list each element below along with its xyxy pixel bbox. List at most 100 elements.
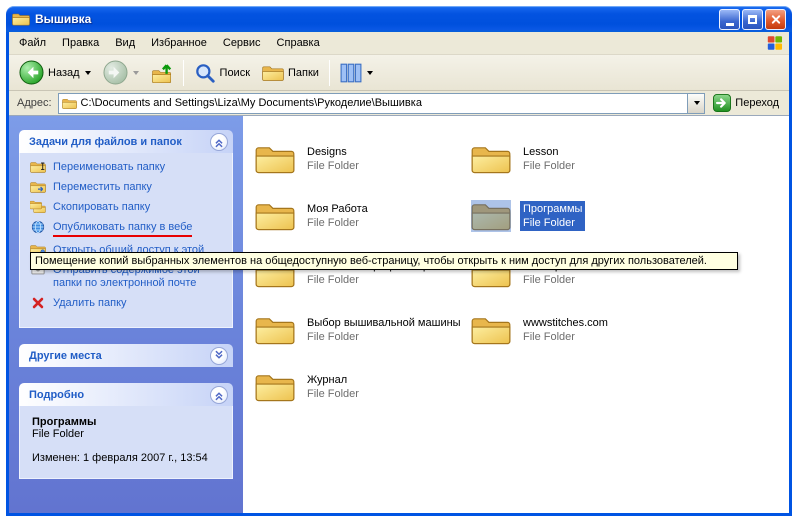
folder-icon: [255, 143, 295, 175]
expand-button[interactable]: [210, 347, 228, 365]
folder-icon: [255, 371, 295, 403]
folder-icon: [471, 314, 511, 346]
details-item-name: Программы: [32, 416, 224, 428]
file-tasks-header[interactable]: Задачи для файлов и папок: [19, 130, 233, 153]
folder-type: File Folder: [523, 217, 575, 229]
folder-tile-lesson[interactable]: Lesson File Folder: [471, 130, 619, 187]
other-places-title: Другие места: [29, 350, 102, 362]
folder-name: Журнал: [307, 374, 347, 386]
task-label: Переименовать папку: [53, 161, 165, 174]
search-label: Поиск: [220, 67, 250, 79]
toolbar-separator: [329, 60, 330, 86]
task-copy-folder[interactable]: Скопировать папку: [30, 201, 228, 214]
folder-name: Designs: [307, 146, 347, 158]
folder-type: File Folder: [307, 160, 359, 172]
back-label: Назад: [48, 67, 80, 79]
up-folder-icon: [151, 62, 173, 84]
folder-tile-designs[interactable]: Designs File Folder: [255, 130, 471, 187]
toolbar: Назад: [9, 55, 789, 91]
folder-name: wwwstitches.com: [523, 317, 608, 329]
close-button[interactable]: [765, 9, 786, 30]
menu-edit[interactable]: Правка: [54, 34, 107, 52]
collapse-button[interactable]: [210, 133, 228, 151]
window-folder-icon: [12, 10, 30, 28]
explorer-window: Вышивка Файл Правка Вид Избранное Сервис…: [6, 6, 792, 516]
folder-icon: [255, 314, 295, 346]
folder-type: File Folder: [523, 331, 575, 343]
content-area: Задачи для файлов и папок: [9, 116, 789, 513]
other-places-panel: Другие места: [19, 344, 233, 367]
chevron-down-icon: [212, 349, 226, 363]
forward-dropdown-icon: [133, 71, 139, 75]
go-button[interactable]: Переход: [711, 94, 785, 112]
address-bar: Адрес: C:\Documents and Settings\Liza\My…: [9, 91, 789, 116]
folder-name: Моя Работа: [307, 203, 368, 215]
task-rename-folder[interactable]: Переименовать папку: [30, 161, 228, 174]
views-dropdown-icon: [367, 71, 373, 75]
back-button[interactable]: Назад: [13, 58, 97, 88]
window-body: Файл Правка Вид Избранное Сервис Справка: [6, 32, 792, 516]
file-tasks-title: Задачи для файлов и папок: [29, 136, 182, 148]
chevron-up-icon: [212, 388, 226, 402]
folder-tile-wwwstitches[interactable]: wwwstitches.com File Folder: [471, 301, 619, 358]
forward-icon: [103, 60, 128, 85]
folder-tile-programmy-selected[interactable]: Программы File Folder: [471, 187, 619, 244]
task-label: Переместить папку: [53, 181, 152, 194]
address-dropdown-icon: [694, 101, 700, 105]
close-icon: [770, 14, 781, 25]
forward-button[interactable]: [97, 58, 145, 88]
collapse-button[interactable]: [210, 386, 228, 404]
file-list-area[interactable]: Designs File Folder Lesson File Folder М…: [243, 116, 789, 513]
folder-tile-zhurnal[interactable]: Журнал File Folder: [255, 358, 471, 415]
copy-folder-icon: [30, 200, 46, 214]
task-move-folder[interactable]: Переместить папку: [30, 181, 228, 194]
task-label-publish: Опубликовать папку в вебе: [53, 221, 192, 237]
task-publish-folder[interactable]: Опубликовать папку в вебе: [30, 221, 228, 237]
task-label: Скопировать папку: [53, 201, 150, 214]
folder-icon: [255, 200, 295, 232]
address-dropdown-button[interactable]: [687, 94, 704, 113]
minimize-icon: [726, 23, 734, 26]
details-header[interactable]: Подробно: [19, 383, 233, 406]
address-input[interactable]: C:\Documents and Settings\Liza\My Docume…: [58, 93, 706, 114]
menu-tools[interactable]: Сервис: [215, 34, 269, 52]
menu-view[interactable]: Вид: [107, 34, 143, 52]
up-button[interactable]: [145, 58, 179, 88]
menu-bar: Файл Правка Вид Избранное Сервис Справка: [9, 32, 789, 55]
go-icon: [713, 94, 731, 112]
views-icon: [340, 62, 362, 84]
task-label: Удалить папку: [53, 297, 127, 310]
menu-help[interactable]: Справка: [269, 34, 328, 52]
menu-file[interactable]: Файл: [11, 34, 54, 52]
task-sidebar: Задачи для файлов и папок: [9, 116, 243, 513]
details-title: Подробно: [29, 389, 84, 401]
window-title: Вышивка: [35, 12, 719, 26]
folder-type: File Folder: [307, 388, 359, 400]
folders-label: Папки: [288, 67, 319, 79]
windows-logo-icon: [763, 33, 787, 53]
folder-type: File Folder: [307, 217, 359, 229]
folder-tile-moya-rabota[interactable]: Моя Работа File Folder: [255, 187, 471, 244]
folder-name: Lesson: [523, 146, 558, 158]
go-label: Переход: [735, 97, 779, 109]
details-item-modified: Изменен: 1 февраля 2007 г., 13:54: [32, 452, 224, 464]
address-folder-icon: [62, 97, 77, 110]
delete-icon: [30, 296, 46, 310]
search-icon: [194, 62, 216, 84]
other-places-header[interactable]: Другие места: [19, 344, 233, 367]
views-button[interactable]: [334, 58, 379, 88]
maximize-button[interactable]: [742, 9, 763, 30]
menu-favorites[interactable]: Избранное: [143, 34, 215, 52]
back-dropdown-icon: [85, 71, 91, 75]
file-tasks-panel: Задачи для файлов и папок: [19, 130, 233, 328]
minimize-button[interactable]: [719, 9, 740, 30]
task-delete-folder[interactable]: Удалить папку: [30, 297, 228, 310]
toolbar-separator: [183, 60, 184, 86]
folder-tile-vybor-mashiny[interactable]: Выбор вышивальной машины File Folder: [255, 301, 471, 358]
search-button[interactable]: Поиск: [188, 58, 256, 88]
title-bar[interactable]: Вышивка: [6, 6, 792, 32]
chevron-up-icon: [212, 135, 226, 149]
folder-type: File Folder: [307, 274, 359, 286]
desktop-stage: Вышивка Файл Правка Вид Избранное Сервис…: [0, 0, 796, 521]
folders-button[interactable]: Папки: [256, 58, 325, 88]
